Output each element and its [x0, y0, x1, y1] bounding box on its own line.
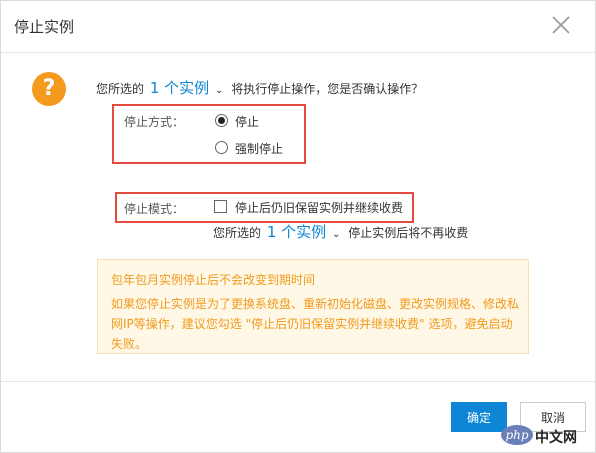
- stop-method-label: 停止方式：: [124, 115, 185, 129]
- radio-stop[interactable]: [215, 114, 228, 127]
- confirm-button[interactable]: 确定: [451, 402, 507, 432]
- stop-instance-dialog: 停止实例 ? 您所选的 1 个实例 ⌄ 将执行停止操作，您是否确认操作？ 停止方…: [0, 0, 596, 453]
- dialog-header: 停止实例: [1, 1, 595, 53]
- chevron-down-icon[interactable]: ⌄: [215, 85, 223, 96]
- billing-prefix: 您所选的: [213, 226, 262, 240]
- warning-notice: 包年包月实例停止后不会改变到期时间 如果您停止实例是为了更换系统盘、重新初始化磁…: [97, 259, 529, 354]
- billing-suffix: 停止实例后将不再收费: [348, 226, 469, 240]
- keep-instance-checkbox-label[interactable]: 停止后仍旧保留实例并继续收费: [235, 199, 403, 216]
- confirm-suffix: 将执行停止操作，您是否确认操作？: [231, 82, 424, 96]
- watermark-text: 中文网: [535, 430, 577, 446]
- close-icon[interactable]: [549, 13, 573, 37]
- billing-note: 您所选的 1 个实例 ⌄ 停止实例后将不再收费: [213, 221, 468, 242]
- confirm-message: 您所选的 1 个实例 ⌄ 将执行停止操作，您是否确认操作？: [96, 77, 423, 98]
- confirm-prefix: 您所选的: [96, 82, 145, 96]
- keep-instance-checkbox[interactable]: [214, 200, 227, 213]
- watermark-badge: php: [501, 425, 533, 445]
- radio-force-stop-label[interactable]: 强制停止: [235, 140, 283, 157]
- dialog-title: 停止实例: [14, 18, 75, 36]
- chevron-down-icon[interactable]: ⌄: [332, 229, 340, 240]
- radio-stop-label[interactable]: 停止: [235, 113, 259, 130]
- stop-mode-label: 停止模式：: [124, 202, 185, 216]
- dialog-footer: [1, 381, 595, 382]
- question-icon: ?: [32, 72, 66, 106]
- notice-title: 包年包月实例停止后不会改变到期时间: [111, 273, 316, 287]
- radio-force-stop[interactable]: [215, 141, 228, 154]
- php-watermark-logo: php 中文网: [501, 423, 593, 449]
- billing-instance-count-link[interactable]: 1 个实例: [267, 223, 326, 241]
- notice-body: 如果您停止实例是为了更换系统盘、重新初始化磁盘、更改实例规格、修改私网IP等操作…: [111, 297, 520, 351]
- instance-count-link[interactable]: 1 个实例: [150, 79, 209, 97]
